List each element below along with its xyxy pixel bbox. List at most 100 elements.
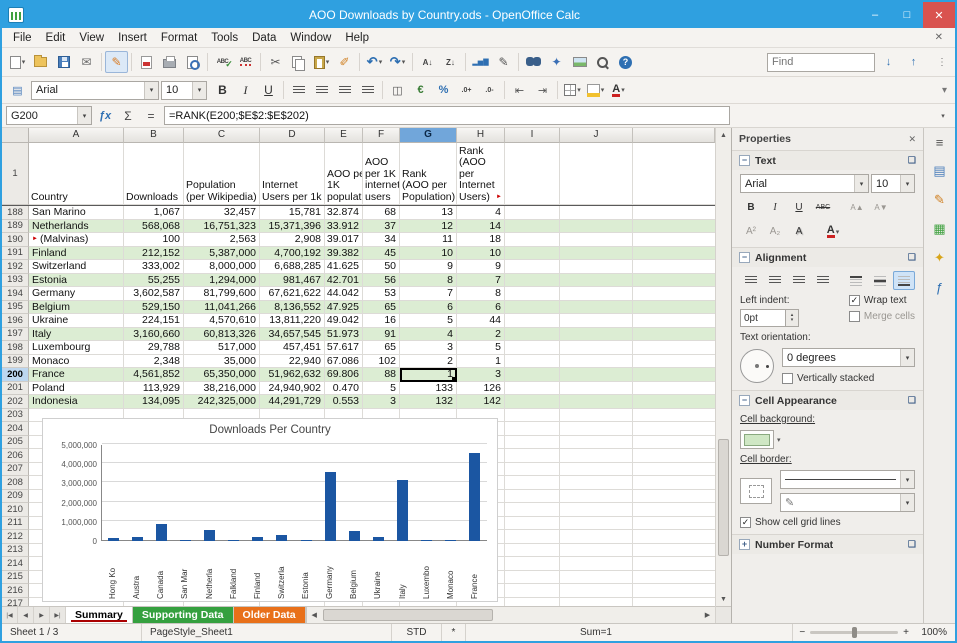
cell-I209[interactable] — [505, 490, 560, 504]
align-left-button[interactable] — [287, 79, 310, 101]
functions-deck-icon[interactable]: ƒ — [929, 276, 951, 298]
cell-F195[interactable]: 65 — [363, 301, 400, 315]
next-sheet-button[interactable]: ▶ — [34, 607, 50, 623]
cell-J202[interactable] — [560, 395, 633, 409]
cell-B199[interactable]: 2,348 — [124, 355, 184, 369]
cell-H201[interactable]: 126 — [457, 382, 505, 396]
cell-I200[interactable] — [505, 368, 560, 382]
horizontal-scroll-thumb[interactable] — [323, 609, 493, 621]
cell-B200[interactable]: 4,561,852 — [124, 368, 184, 382]
left-indent-stepper[interactable]: 0pt ▴▾ — [740, 309, 799, 327]
vertically-stacked-check-icon[interactable] — [782, 373, 793, 384]
cell-I210[interactable] — [505, 503, 560, 517]
align-right-button[interactable] — [333, 79, 356, 101]
italic-button[interactable]: I — [234, 79, 257, 101]
cell-B192[interactable]: 333,002 — [124, 260, 184, 274]
line-color-dropdown-icon[interactable]: ▾ — [900, 494, 914, 511]
gallery-button[interactable] — [568, 51, 591, 73]
scroll-left-icon[interactable]: ◀ — [307, 611, 322, 619]
align-vcenter-button[interactable] — [869, 271, 891, 290]
cell-A202[interactable]: Indonesia — [29, 395, 124, 409]
borders-button[interactable]: ▾ — [561, 79, 584, 101]
sheet-tab-supporting-data[interactable]: Supporting Data — [133, 607, 234, 623]
find-next-button[interactable]: ↓ — [877, 51, 900, 73]
cell-B198[interactable]: 29,788 — [124, 341, 184, 355]
cell-H189[interactable]: 14 — [457, 220, 505, 234]
cell-F191[interactable]: 45 — [363, 247, 400, 261]
row-header-200[interactable]: 200 — [2, 368, 29, 382]
cell-G196[interactable]: 5 — [400, 314, 457, 328]
cell-B194[interactable]: 3,602,587 — [124, 287, 184, 301]
cell-G197[interactable]: 4 — [400, 328, 457, 342]
cell-H188[interactable]: 4 — [457, 206, 505, 220]
cell-I211[interactable] — [505, 517, 560, 531]
maximize-button[interactable]: □ — [891, 2, 923, 28]
cell-I197[interactable] — [505, 328, 560, 342]
paste-button[interactable]: ▾ — [310, 51, 333, 73]
cell-D193[interactable]: 981,467 — [260, 274, 325, 288]
cell-I196[interactable] — [505, 314, 560, 328]
cell-H194[interactable]: 8 — [457, 287, 505, 301]
cell-H200[interactable]: 3 — [457, 368, 505, 382]
cell-B188[interactable]: 1,067 — [124, 206, 184, 220]
cell-I189[interactable] — [505, 220, 560, 234]
cell-I207[interactable] — [505, 463, 560, 477]
align-center-button[interactable] — [310, 79, 333, 101]
cell-J189[interactable] — [560, 220, 633, 234]
cell-I203[interactable] — [505, 409, 560, 423]
cell-I199[interactable] — [505, 355, 560, 369]
cell-A1[interactable]: Country — [29, 143, 124, 205]
show-gridlines-check-icon[interactable] — [740, 517, 751, 528]
cell-F190[interactable]: 34 — [363, 233, 400, 247]
row-header-188[interactable]: 188 — [2, 206, 29, 220]
sidebar-increase-font-button[interactable]: A▲ — [846, 198, 868, 217]
cell-I1[interactable] — [505, 143, 560, 205]
cell-appearance-more-options-icon[interactable]: ❏ — [908, 395, 916, 406]
menu-edit[interactable]: Edit — [39, 30, 73, 46]
font-name-combo[interactable]: Arial ▾ — [31, 81, 159, 100]
cell-B202[interactable]: 134,095 — [124, 395, 184, 409]
cell-A198[interactable]: Luxembourg — [29, 341, 124, 355]
gallery-deck-icon[interactable]: ▦ — [929, 218, 951, 240]
formula-bar-expand-icon[interactable]: ▾ — [935, 112, 951, 120]
cell-E201[interactable]: 0.470 — [325, 382, 363, 396]
sidebar-superscript-button[interactable]: A² — [740, 222, 762, 241]
section-cell-appearance-header[interactable]: − Cell Appearance ❏ — [732, 391, 923, 410]
cell-A199[interactable]: Monaco — [29, 355, 124, 369]
row-header-191[interactable]: 191 — [2, 247, 29, 261]
cell-J214[interactable] — [560, 557, 633, 571]
insert-chart-button[interactable]: ▂▅▇ — [469, 51, 492, 73]
cell-E194[interactable]: 44.042 — [325, 287, 363, 301]
delete-decimal-button[interactable]: .0- — [478, 79, 501, 101]
font-color-button[interactable]: A▾ — [607, 79, 630, 101]
cell-C195[interactable]: 11,041,266 — [184, 301, 260, 315]
cell-E196[interactable]: 49.042 — [325, 314, 363, 328]
cell-E192[interactable]: 41.625 — [325, 260, 363, 274]
email-button[interactable]: ✉ — [75, 51, 98, 73]
font-size-combo[interactable]: 10 ▾ — [161, 81, 207, 100]
cell-J201[interactable] — [560, 382, 633, 396]
cell-J198[interactable] — [560, 341, 633, 355]
sidebar-close-icon[interactable]: ✕ — [908, 134, 916, 145]
menu-window[interactable]: Window — [283, 30, 338, 46]
cell-A201[interactable]: Poland — [29, 382, 124, 396]
cell-A190[interactable]: ►(Malvinas) — [29, 233, 124, 247]
left-indent-arrows-icon[interactable]: ▴▾ — [786, 309, 799, 327]
row-header-207[interactable]: 207 — [2, 463, 29, 477]
toolbar-overflow-icon[interactable]: ▾ — [938, 85, 951, 96]
line-color-combo[interactable]: ✎ ▾ — [780, 493, 915, 512]
cell-F197[interactable]: 91 — [363, 328, 400, 342]
show-gridlines-checkbox[interactable]: Show cell grid lines — [740, 517, 915, 528]
column-header-I[interactable]: I — [505, 128, 560, 143]
undo-button[interactable]: ↶▾ — [363, 51, 386, 73]
cell-I204[interactable] — [505, 422, 560, 436]
cell-I205[interactable] — [505, 436, 560, 450]
cell-G192[interactable]: 9 — [400, 260, 457, 274]
cell-I188[interactable] — [505, 206, 560, 220]
cell-G201[interactable]: 133 — [400, 382, 457, 396]
column-header-C[interactable]: C — [184, 128, 260, 143]
row-header-201[interactable]: 201 — [2, 382, 29, 396]
row-header-195[interactable]: 195 — [2, 301, 29, 315]
cell-A197[interactable]: Italy — [29, 328, 124, 342]
cell-E1[interactable]: AOO per 1K population► — [325, 143, 363, 205]
